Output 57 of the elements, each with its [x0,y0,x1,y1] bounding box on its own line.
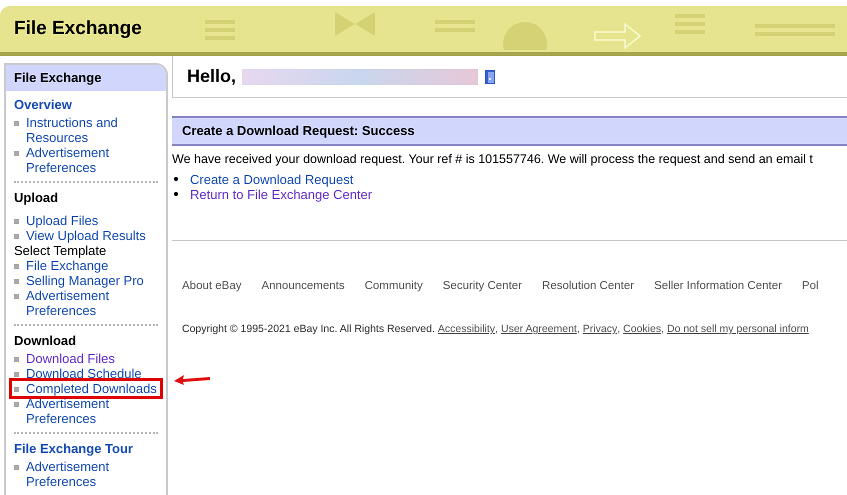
comma-separator: , [617,322,620,337]
footer-link[interactable]: Pol [802,278,819,295]
legal-link[interactable]: User Agreement [500,322,577,338]
comma-separator: , [576,322,580,337]
bullet-icon [14,120,19,126]
greeting-text: Hello, [187,65,236,88]
bullet-icon [14,402,19,406]
sidebar-link[interactable]: Advertisement Preferences [26,144,158,174]
legal-link[interactable]: Accessibility [438,322,496,338]
panel-title: Create a Download Request: Success [182,122,415,140]
section-heading: Upload [14,190,60,206]
bullet-icon [174,177,178,182]
comma-separator: , [495,322,498,337]
bullet-icon [14,264,19,268]
sidebar-link[interactable]: Advertisement Preferences [26,396,158,426]
legal-link[interactable]: Do not sell my personal inform [667,322,809,338]
sidebar-link[interactable]: Instructions and Resources [26,114,158,144]
sidebar-link[interactable]: Advertisement Preferences [26,458,158,488]
success-message: We have received your download request. Your ref # is 101557746. We will process the request and send an email t [172,151,814,168]
bullet-icon [14,234,19,238]
page-title: File Exchange [14,16,142,41]
footer-link[interactable]: Security Center [442,278,522,295]
sidebar-link[interactable]: Completed Downloads [26,380,157,396]
bullet-icon [14,278,19,284]
pointer-arrow-icon [172,373,212,385]
sidebar-link[interactable]: Download Files [26,350,115,366]
section-heading[interactable]: Overview [14,96,158,112]
bullet-icon [14,372,19,376]
footer-link[interactable]: Community [364,278,423,295]
copyright-text: Copyright © 1995-2021 eBay Inc. All Rights Reserved. [182,322,435,337]
section-heading: Download [14,332,78,348]
action-link[interactable]: Create a Download Request [190,172,354,187]
sidebar-link[interactable]: Selling Manager Pro [26,272,144,288]
sidebar-link[interactable]: Advertisement Preferences [26,288,158,318]
footer-link[interactable]: Resolution Center [542,278,634,295]
sidebar-title: File Exchange [6,65,166,90]
action-link[interactable]: Return to File Exchange Center [190,186,372,202]
book-icon [484,68,496,84]
template-label: Select Template [14,242,108,258]
bullet-icon [14,356,19,362]
sidebar-link[interactable]: View Upload Results [26,228,146,242]
footer-link[interactable]: Announcements [261,278,345,295]
footer-link[interactable]: About eBay [182,278,242,295]
legal-link[interactable]: Cookies [623,322,662,338]
bullet-icon [14,386,19,392]
sidebar-link[interactable]: File Exchange [26,258,108,272]
bullet-icon [14,294,19,298]
bullet-icon [14,150,19,156]
bullet-icon [174,192,178,196]
footer-link[interactable]: Seller Information Center [654,278,782,295]
section-heading[interactable]: File Exchange Tour [14,440,158,456]
sidebar-link[interactable]: Upload Files [26,212,98,228]
sidebar-link[interactable]: Download Schedule [26,366,142,380]
bullet-icon [14,218,19,224]
legal-link[interactable]: Privacy [582,322,618,338]
comma-separator: , [661,322,664,337]
bullet-icon [14,464,19,470]
